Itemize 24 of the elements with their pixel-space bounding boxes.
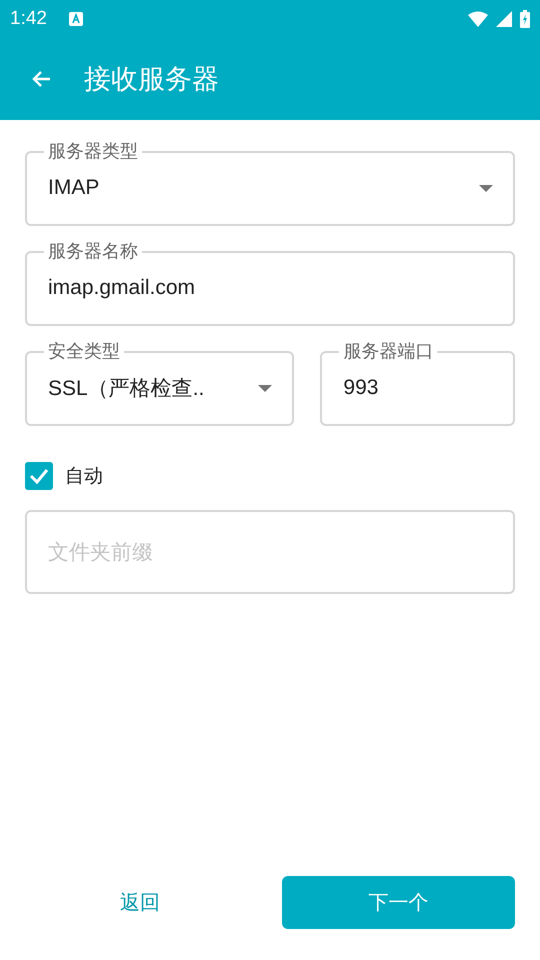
- input-field[interactable]: 文件夹前缀: [25, 510, 515, 594]
- field-label: 服务器名称: [48, 241, 138, 262]
- field-value: SSL（严格检查..: [48, 376, 204, 402]
- field-value: 993: [343, 376, 378, 400]
- clock: 1:42: [10, 8, 47, 30]
- checkbox-label: 自动: [65, 464, 103, 489]
- text-field[interactable]: 服务器名称 imap.gmail.com: [25, 242, 515, 326]
- wifi-icon: [468, 11, 488, 27]
- dropdown-field[interactable]: 服务器类型 IMAP: [25, 142, 515, 226]
- back-button[interactable]: 返回: [25, 876, 255, 929]
- signal-icon: [496, 11, 512, 27]
- text-field[interactable]: 服务器端口 993: [320, 342, 515, 426]
- screen-title: 接收服务器: [84, 63, 219, 97]
- dropdown-arrow-icon: [258, 384, 272, 392]
- dropdown-field[interactable]: 安全类型 SSL（严格检查..: [25, 342, 294, 426]
- field-label: 服务器端口: [343, 341, 434, 362]
- field-label: 服务器类型: [48, 141, 138, 162]
- notification-icon: [68, 12, 83, 26]
- battery-icon: [520, 10, 530, 28]
- field-label: 安全类型: [48, 341, 120, 362]
- checkbox[interactable]: [25, 462, 53, 490]
- field-value: imap.gmail.com: [48, 276, 196, 300]
- dropdown-arrow-icon: [479, 184, 493, 192]
- field-value: IMAP: [48, 176, 100, 200]
